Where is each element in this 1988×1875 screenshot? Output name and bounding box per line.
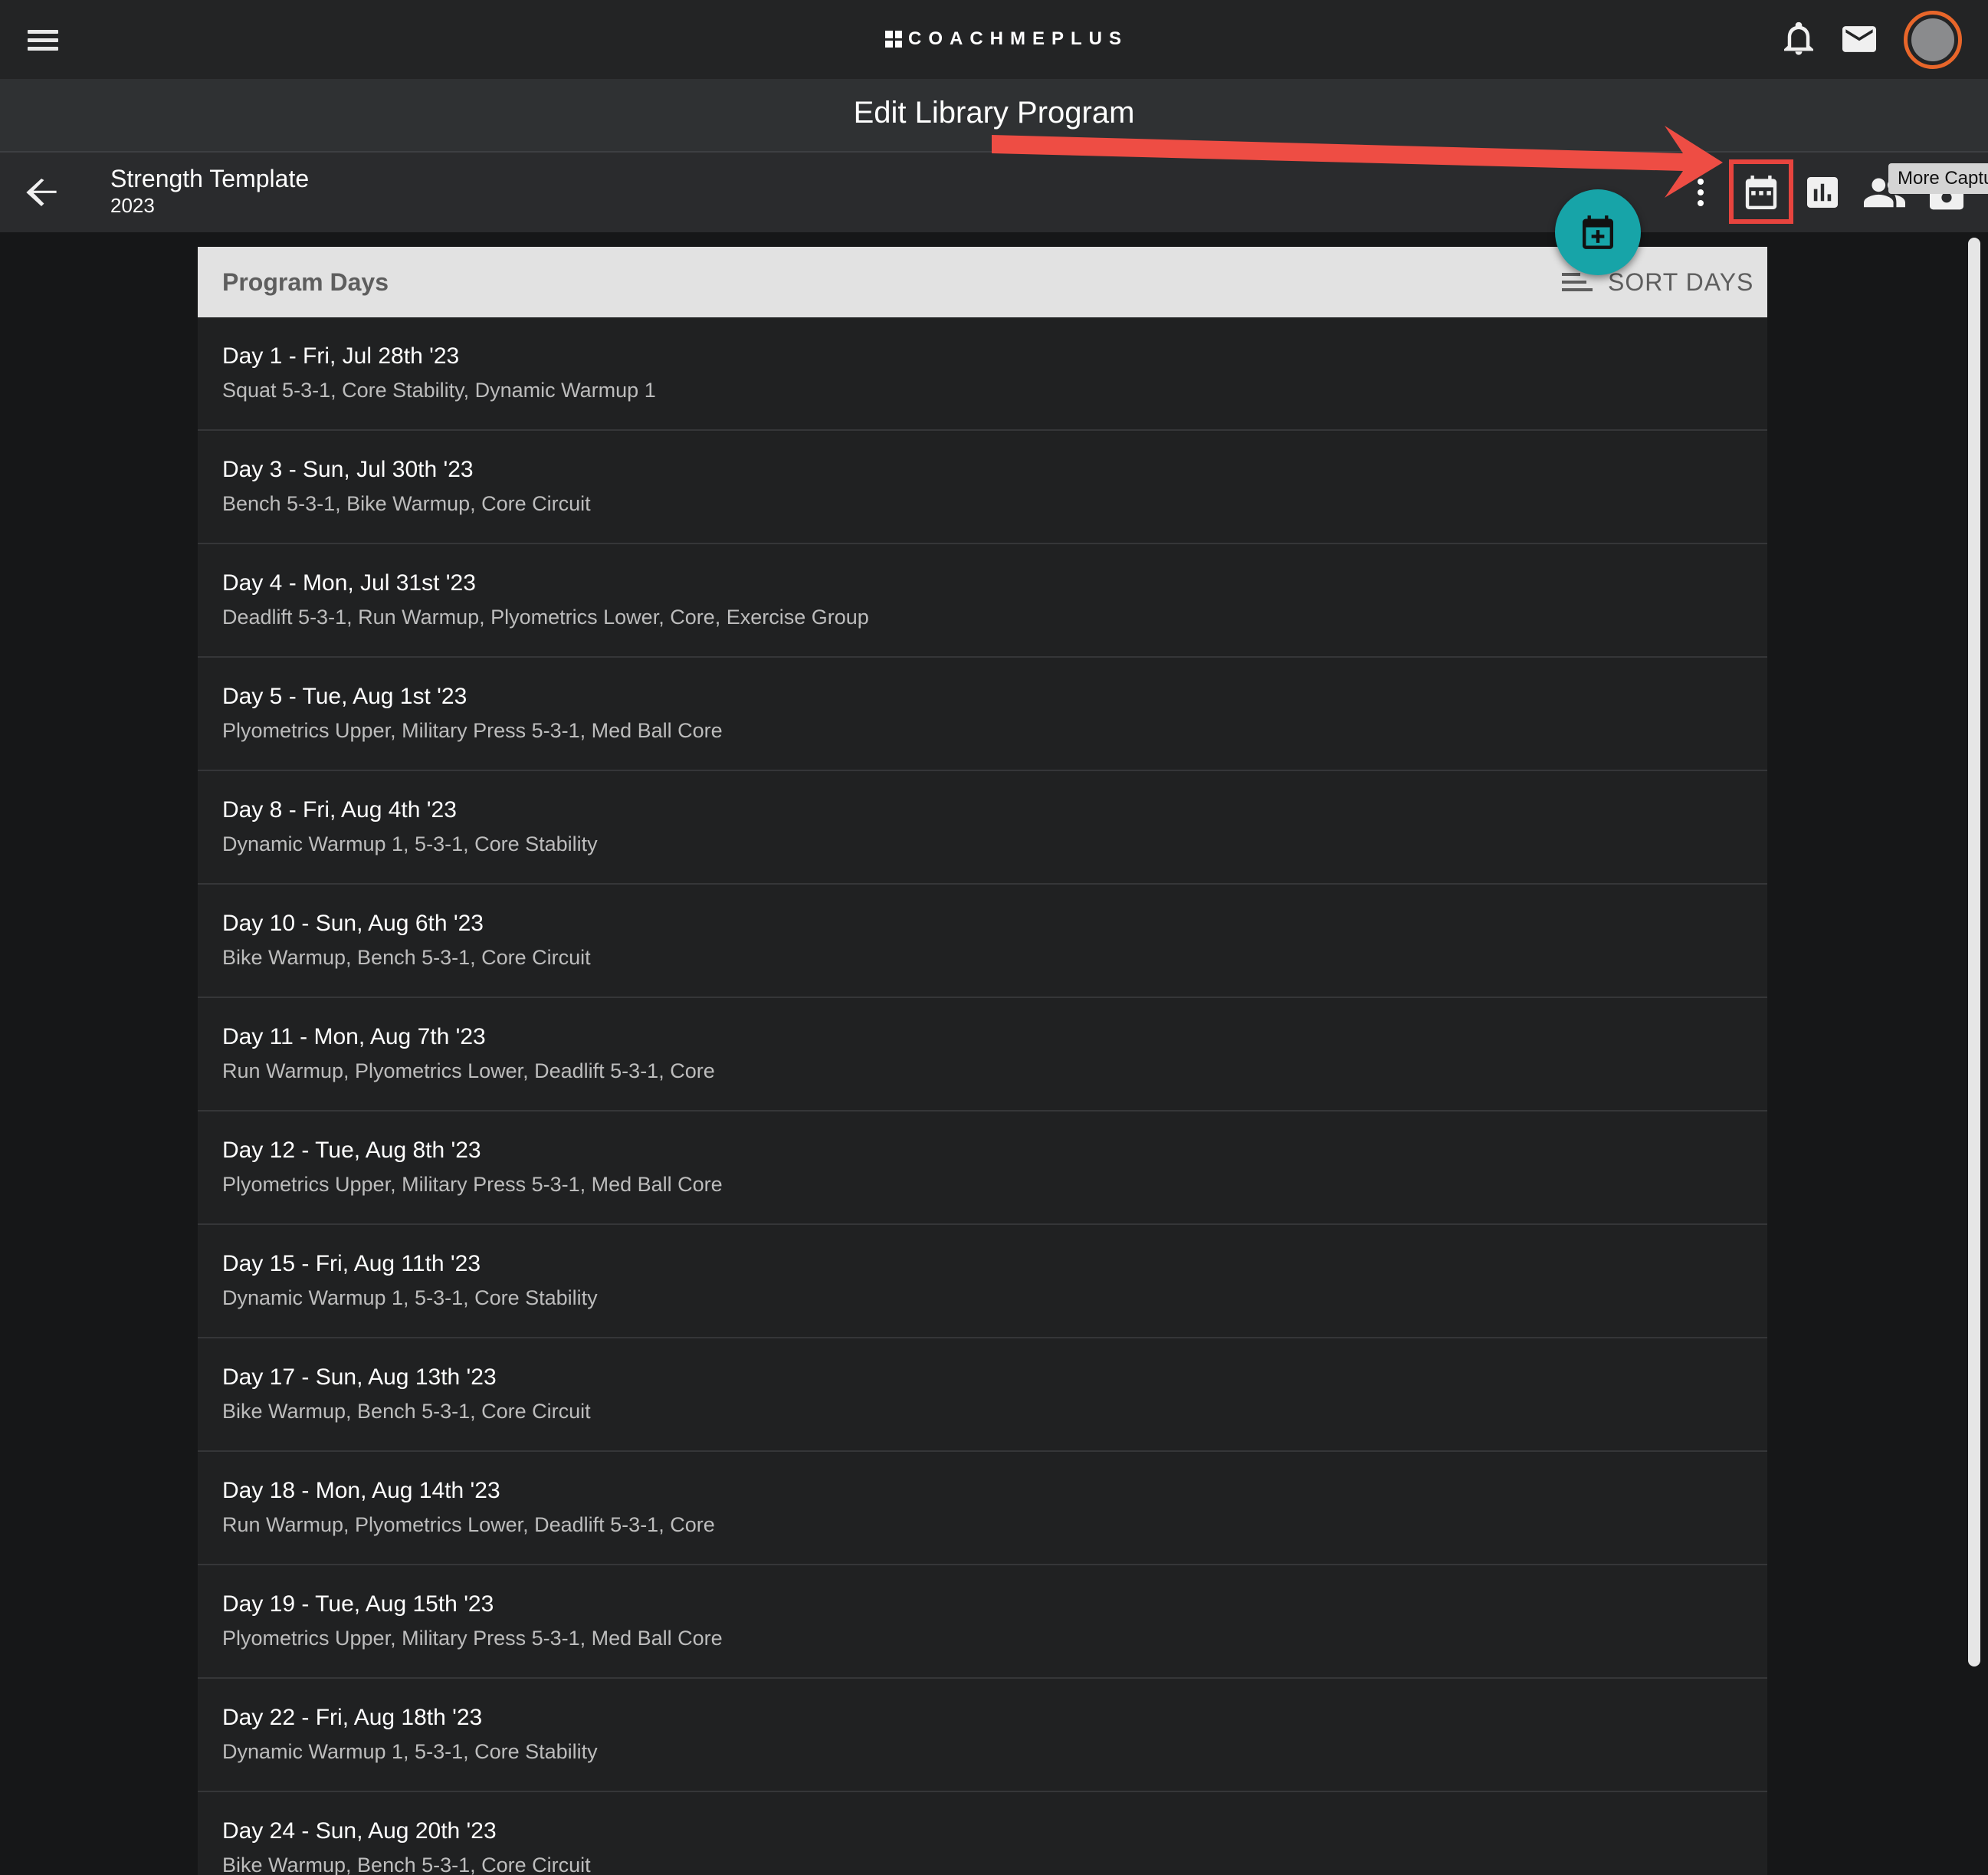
day-title: Day 10 - Sun, Aug 6th '23 <box>222 911 484 936</box>
program-days-panel: Program Days SORT DAYS Day 1 - Fri, Jul … <box>198 247 1767 1875</box>
day-title: Day 1 - Fri, Jul 28th '23 <box>222 343 460 369</box>
program-name: Strength Template <box>110 165 310 192</box>
list-item[interactable]: Day 17 - Sun, Aug 13th '23 Bike Warmup, … <box>198 1338 1767 1452</box>
day-exercises: Deadlift 5-3-1, Run Warmup, Plyometrics … <box>222 606 869 629</box>
day-exercises: Plyometrics Upper, Military Press 5-3-1,… <box>222 1627 723 1650</box>
day-exercises: Plyometrics Upper, Military Press 5-3-1,… <box>222 1173 723 1196</box>
day-exercises: Dynamic Warmup 1, 5-3-1, Core Stability <box>222 1286 598 1309</box>
more-vert-icon[interactable] <box>1689 177 1712 208</box>
list-item[interactable]: Day 8 - Fri, Aug 4th '23 Dynamic Warmup … <box>198 771 1767 885</box>
day-title: Day 17 - Sun, Aug 13th '23 <box>222 1364 497 1390</box>
day-title: Day 4 - Mon, Jul 31st '23 <box>222 570 476 596</box>
tooltip: More Captu <box>1888 163 1988 194</box>
list-item[interactable]: Day 15 - Fri, Aug 11th '23 Dynamic Warmu… <box>198 1225 1767 1338</box>
day-title: Day 11 - Mon, Aug 7th '23 <box>222 1024 486 1049</box>
list-item[interactable]: Day 24 - Sun, Aug 20th '23 Bike Warmup, … <box>198 1792 1767 1875</box>
day-exercises: Bench 5-3-1, Bike Warmup, Core Circuit <box>222 492 591 515</box>
day-exercises: Dynamic Warmup 1, 5-3-1, Core Stability <box>222 1740 598 1763</box>
list-item[interactable]: Day 22 - Fri, Aug 18th '23 Dynamic Warmu… <box>198 1679 1767 1792</box>
list-header: Program Days SORT DAYS <box>198 247 1767 317</box>
day-exercises: Bike Warmup, Bench 5-3-1, Core Circuit <box>222 1400 591 1423</box>
sort-icon <box>1562 271 1593 293</box>
day-title: Day 24 - Sun, Aug 20th '23 <box>222 1818 497 1844</box>
list-header-title: Program Days <box>222 268 389 296</box>
day-exercises: Plyometrics Upper, Military Press 5-3-1,… <box>222 719 723 742</box>
calendar-add-icon <box>1583 215 1613 249</box>
day-exercises: Bike Warmup, Bench 5-3-1, Core Circuit <box>222 1854 591 1875</box>
program-days-list: Day 1 - Fri, Jul 28th '23 Squat 5-3-1, C… <box>198 317 1767 1875</box>
list-item[interactable]: Day 19 - Tue, Aug 15th '23 Plyometrics U… <box>198 1565 1767 1679</box>
brand-mark-icon <box>885 31 902 48</box>
list-item[interactable]: Day 12 - Tue, Aug 8th '23 Plyometrics Up… <box>198 1112 1767 1225</box>
list-item[interactable]: Day 4 - Mon, Jul 31st '23 Deadlift 5-3-1… <box>198 544 1767 658</box>
page-title: Edit Library Program <box>853 96 1135 130</box>
list-item[interactable]: Day 5 - Tue, Aug 1st '23 Plyometrics Upp… <box>198 658 1767 771</box>
list-item[interactable]: Day 11 - Mon, Aug 7th '23 Run Warmup, Pl… <box>198 998 1767 1112</box>
day-exercises: Run Warmup, Plyometrics Lower, Deadlift … <box>222 1513 715 1536</box>
day-title: Day 3 - Sun, Jul 30th '23 <box>222 457 474 482</box>
day-title: Day 12 - Tue, Aug 8th '23 <box>222 1138 481 1163</box>
program-toolbar: Strength Template 2023 <box>0 153 1988 232</box>
add-day-fab[interactable] <box>1555 189 1641 275</box>
day-title: Day 19 - Tue, Aug 15th '23 <box>222 1591 494 1617</box>
bell-icon[interactable] <box>1784 21 1813 57</box>
list-item[interactable]: Day 3 - Sun, Jul 30th '23 Bench 5-3-1, B… <box>198 431 1767 544</box>
day-exercises: Squat 5-3-1, Core Stability, Dynamic War… <box>222 379 656 402</box>
day-exercises: Bike Warmup, Bench 5-3-1, Core Circuit <box>222 946 591 969</box>
scrollbar-thumb[interactable] <box>1968 238 1980 1666</box>
day-exercises: Dynamic Warmup 1, 5-3-1, Core Stability <box>222 832 598 855</box>
day-title: Day 18 - Mon, Aug 14th '23 <box>222 1478 500 1503</box>
list-item[interactable]: Day 10 - Sun, Aug 6th '23 Bike Warmup, B… <box>198 885 1767 998</box>
menu-icon[interactable] <box>28 28 58 52</box>
day-title: Day 15 - Fri, Aug 11th '23 <box>222 1251 481 1276</box>
brand-logo: COACHMEPLUS <box>885 25 1128 53</box>
brand-name: COACHMEPLUS <box>908 28 1129 49</box>
top-app-bar: COACHMEPLUS <box>0 0 1988 79</box>
title-bar: Edit Library Program <box>0 79 1988 153</box>
day-title: Day 5 - Tue, Aug 1st '23 <box>222 684 467 709</box>
sort-days-label: SORT DAYS <box>1608 268 1754 296</box>
list-item[interactable]: Day 1 - Fri, Jul 28th '23 Squat 5-3-1, C… <box>198 317 1767 431</box>
day-exercises: Run Warmup, Plyometrics Lower, Deadlift … <box>222 1059 715 1082</box>
avatar[interactable] <box>1904 11 1962 69</box>
calendar-icon[interactable] <box>1745 176 1777 209</box>
list-item[interactable]: Day 18 - Mon, Aug 14th '23 Run Warmup, P… <box>198 1452 1767 1565</box>
day-title: Day 8 - Fri, Aug 4th '23 <box>222 797 457 823</box>
day-title: Day 22 - Fri, Aug 18th '23 <box>222 1705 483 1730</box>
program-year: 2023 <box>110 194 155 217</box>
mail-icon[interactable] <box>1842 26 1876 52</box>
back-arrow-icon[interactable] <box>26 179 57 206</box>
bar-chart-icon[interactable] <box>1807 177 1838 208</box>
